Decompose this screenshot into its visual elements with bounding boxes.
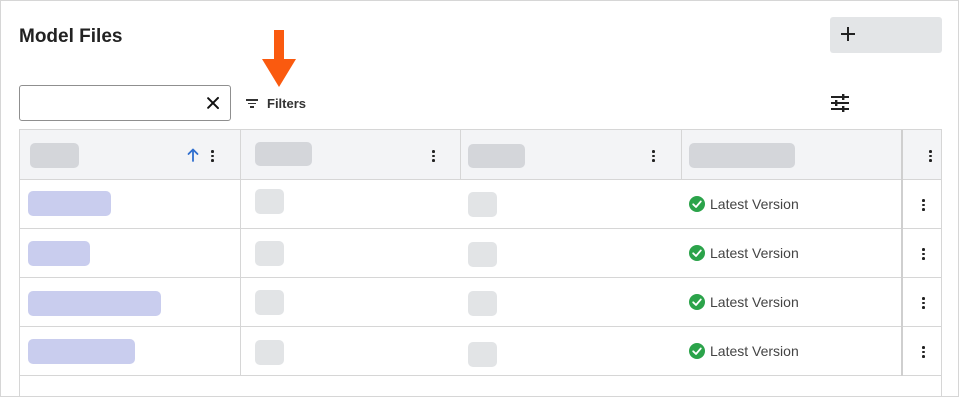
cell-placeholder (468, 291, 497, 316)
table-header (20, 130, 941, 180)
header-label-placeholder (689, 143, 795, 168)
kebab-menu-icon[interactable] (921, 247, 925, 261)
column-header-2[interactable] (241, 130, 461, 179)
table-row[interactable]: Latest Version (20, 327, 941, 376)
column-divider (901, 130, 903, 376)
filters-label: Filters (267, 95, 307, 111)
cell-placeholder (255, 290, 284, 315)
column-divider (681, 130, 682, 180)
filters-button[interactable]: Filters (245, 93, 306, 113)
table-row[interactable]: Latest Version (20, 229, 941, 278)
status-label: Latest Version (710, 196, 799, 212)
status-badge: Latest Version (689, 245, 799, 261)
cell-placeholder (468, 342, 497, 367)
check-circle-icon (689, 343, 705, 359)
kebab-menu-icon[interactable] (431, 149, 435, 163)
kebab-menu-icon[interactable] (210, 149, 214, 163)
header-label-placeholder (30, 143, 79, 168)
status-badge: Latest Version (689, 343, 799, 359)
file-name-link[interactable] (28, 339, 135, 364)
status-label: Latest Version (710, 343, 799, 359)
check-circle-icon (689, 294, 705, 310)
model-files-table: Latest Version Latest Version Latest Ver… (19, 129, 942, 397)
file-name-link[interactable] (28, 191, 111, 216)
column-header-actions[interactable] (903, 130, 941, 179)
status-label: Latest Version (710, 245, 799, 261)
file-name-link[interactable] (28, 241, 90, 266)
column-header-status[interactable] (682, 130, 901, 179)
kebab-menu-icon[interactable] (921, 198, 925, 212)
cell-placeholder (255, 340, 284, 365)
column-divider (460, 130, 461, 180)
kebab-menu-icon[interactable] (928, 149, 932, 163)
search-field[interactable] (19, 85, 231, 121)
column-header-3[interactable] (461, 130, 682, 179)
column-divider (240, 130, 241, 376)
kebab-menu-icon[interactable] (921, 296, 925, 310)
header-label-placeholder (255, 142, 312, 166)
cell-placeholder (468, 242, 497, 267)
add-model-file-button[interactable] (830, 17, 942, 53)
kebab-menu-icon[interactable] (921, 345, 925, 359)
column-header-name[interactable] (20, 130, 241, 179)
check-circle-icon (689, 196, 705, 212)
sort-ascending-icon[interactable] (187, 148, 199, 162)
check-circle-icon (689, 245, 705, 261)
status-label: Latest Version (710, 294, 799, 310)
kebab-menu-icon[interactable] (651, 149, 655, 163)
status-badge: Latest Version (689, 196, 799, 212)
status-badge: Latest Version (689, 294, 799, 310)
search-input[interactable] (26, 92, 196, 114)
annotation-arrow (262, 30, 296, 87)
page-title: Model Files (19, 26, 123, 47)
header-label-placeholder (468, 144, 525, 168)
table-row[interactable]: Latest Version (20, 278, 941, 327)
table-row[interactable]: Latest Version (20, 180, 941, 229)
cell-placeholder (255, 241, 284, 266)
plus-icon (840, 26, 856, 42)
cell-placeholder (255, 189, 284, 214)
column-settings-icon[interactable] (830, 93, 850, 113)
filter-icon (245, 97, 259, 109)
cell-placeholder (468, 192, 497, 217)
close-icon[interactable] (206, 96, 220, 110)
file-name-link[interactable] (28, 291, 161, 316)
